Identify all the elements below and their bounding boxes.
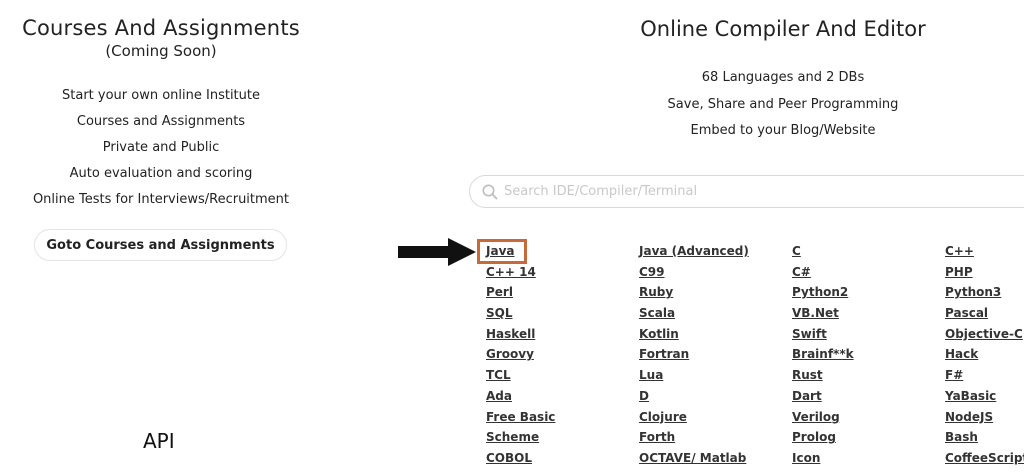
search-box[interactable] xyxy=(469,175,1024,208)
compiler-feature-item: Embed to your Blog/Website xyxy=(690,123,876,138)
language-link[interactable]: YaBasic xyxy=(945,388,1024,409)
search-input[interactable] xyxy=(504,176,1024,207)
compiler-feature-list: 68 Languages and 2 DBs Save, Share and P… xyxy=(600,68,966,148)
language-link[interactable]: Scheme xyxy=(486,429,639,450)
language-link[interactable]: CoffeeScript xyxy=(945,450,1024,471)
search-icon xyxy=(481,183,499,201)
language-link[interactable]: Swift xyxy=(792,326,945,347)
language-link[interactable]: F# xyxy=(945,367,1024,388)
courses-feature-item: Courses and Assignments xyxy=(76,114,246,129)
language-link[interactable]: Clojure xyxy=(639,409,792,430)
language-link[interactable]: C99 xyxy=(639,264,792,285)
language-link[interactable]: Pascal xyxy=(945,305,1024,326)
courses-feature-list: Start your own online Institute Courses … xyxy=(0,86,322,216)
language-link[interactable]: Java (Advanced) xyxy=(639,243,792,264)
language-link[interactable]: Icon xyxy=(792,450,945,471)
language-link[interactable]: Forth xyxy=(639,429,792,450)
language-link[interactable]: SQL xyxy=(486,305,639,326)
language-link[interactable]: PHP xyxy=(945,264,1024,285)
language-link[interactable]: Python2 xyxy=(792,284,945,305)
goto-courses-button[interactable]: Goto Courses and Assignments xyxy=(34,229,287,261)
compiler-title: Online Compiler And Editor xyxy=(640,17,926,41)
language-link[interactable]: Brainf**k xyxy=(792,346,945,367)
compiler-feature-item: 68 Languages and 2 DBs xyxy=(701,70,865,85)
language-link[interactable]: C xyxy=(792,243,945,264)
arrow-right-icon xyxy=(396,236,478,268)
java-highlight-box xyxy=(477,239,527,264)
language-link[interactable]: COBOL xyxy=(486,450,639,471)
compiler-feature-item: Save, Share and Peer Programming xyxy=(667,96,899,112)
language-link[interactable]: Verilog xyxy=(792,409,945,430)
language-link[interactable]: Haskell xyxy=(486,326,639,347)
language-link[interactable]: Perl xyxy=(486,284,639,305)
language-link[interactable]: Prolog xyxy=(792,429,945,450)
language-link[interactable]: Free Basic xyxy=(486,409,639,430)
language-link[interactable]: Bash xyxy=(945,429,1024,450)
language-link[interactable]: Ruby xyxy=(639,284,792,305)
language-link[interactable]: Python3 xyxy=(945,284,1024,305)
courses-feature-item: Private and Public xyxy=(102,140,220,155)
language-link[interactable]: Scala xyxy=(639,305,792,326)
language-link[interactable]: NodeJS xyxy=(945,409,1024,430)
page: Courses And Assignments (Coming Soon) St… xyxy=(0,0,1024,472)
courses-feature-item: Online Tests for Interviews/Recruitment xyxy=(32,192,290,207)
language-link[interactable]: TCL xyxy=(486,367,639,388)
language-link[interactable]: Objective-C xyxy=(945,326,1024,347)
courses-section: Courses And Assignments (Coming Soon) St… xyxy=(0,0,322,472)
language-link[interactable]: D xyxy=(639,388,792,409)
language-link[interactable]: C++ 14 xyxy=(486,264,639,285)
language-link[interactable]: Dart xyxy=(792,388,945,409)
language-link[interactable]: Fortran xyxy=(639,346,792,367)
language-link[interactable]: Groovy xyxy=(486,346,639,367)
language-link[interactable]: VB.Net xyxy=(792,305,945,326)
language-link[interactable]: Lua xyxy=(639,367,792,388)
api-heading: API xyxy=(143,429,175,453)
courses-subtitle: (Coming Soon) xyxy=(105,42,217,60)
language-link[interactable]: Rust xyxy=(792,367,945,388)
language-grid: Java Java (Advanced) C C++ C++ 14 C99 C# PHP Per… xyxy=(486,243,1024,471)
courses-title: Courses And Assignments xyxy=(22,16,300,40)
language-link[interactable]: OCTAVE/ Matlab xyxy=(639,450,792,471)
courses-feature-item: Auto evaluation and scoring xyxy=(69,166,253,181)
language-link[interactable]: Kotlin xyxy=(639,326,792,347)
language-link[interactable]: Hack xyxy=(945,346,1024,367)
language-link[interactable]: Ada xyxy=(486,388,639,409)
courses-feature-item: Start your own online Institute xyxy=(62,88,260,103)
language-link[interactable]: C++ xyxy=(945,243,1024,264)
language-link[interactable]: C# xyxy=(792,264,945,285)
